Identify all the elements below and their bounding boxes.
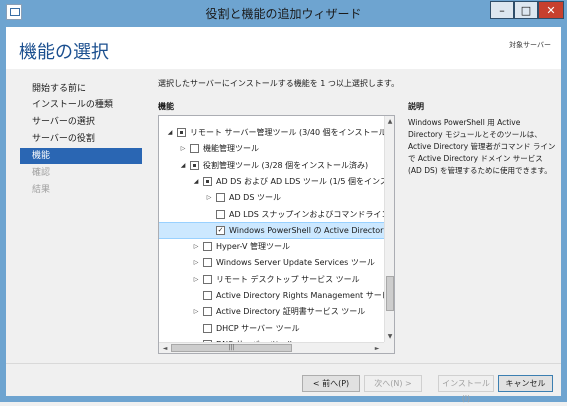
collapse-arrow-icon[interactable]: ◢ — [165, 125, 175, 140]
cancel-button[interactable]: キャンセル — [498, 375, 553, 392]
wizard-client-area: 機能の選択 対象サーバー 開始する前に インストールの種類 サーバーの選択 サー… — [6, 27, 561, 403]
expand-arrow-icon[interactable]: ▷ — [178, 141, 188, 156]
nav-item-before-you-begin[interactable]: 開始する前に — [20, 81, 142, 97]
feature-tree-item[interactable]: ▷ Active Directory 証明書サービス ツール — [159, 304, 385, 319]
feature-tree-item[interactable]: AD LDS スナップインおよびコマンドライン ツール — [159, 207, 394, 222]
feature-tree-item[interactable]: ▷ リモート デスクトップ サービス ツール — [159, 272, 385, 287]
feature-checkbox[interactable] — [203, 291, 212, 300]
feature-label: AD LDS スナップインおよびコマンドライン ツール — [229, 209, 394, 219]
feature-label: リモート サーバー管理ツール (3/40 個をインストール済み) — [190, 128, 395, 137]
feature-tree-item[interactable]: ◢ 役割管理ツール (3/28 個をインストール済み) — [159, 158, 385, 173]
expand-arrow-icon[interactable]: ▷ — [204, 190, 214, 205]
feature-label: Active Directory 証明書サービス ツール — [216, 307, 366, 317]
feature-label: AD DS および AD LDS ツール (1/5 個をインストール済み) — [216, 176, 394, 186]
footer-divider — [6, 363, 561, 364]
description-heading: 説明 — [408, 102, 424, 111]
features-tree[interactable]: ◢ リモート サーバー管理ツール (3/40 個をインストール済み) ▷ 機能管理ツー… — [158, 115, 395, 354]
nav-item-installation-type[interactable]: インストールの種類 — [20, 97, 142, 113]
feature-tree-item[interactable]: ◢ リモート サーバー管理ツール (3/40 個をインストール済み) — [159, 125, 394, 140]
expand-arrow-icon[interactable]: ▷ — [191, 255, 201, 270]
feature-label: Windows Server Update Services ツール — [216, 258, 375, 268]
nav-item-confirmation: 確認 — [32, 168, 51, 178]
description-text: Windows PowerShell 用 Active Directory モジ… — [408, 118, 556, 175]
feature-tree-item[interactable]: ◢ AD DS および AD LDS ツール (1/5 個をインストール済み) — [159, 174, 394, 189]
scroll-up-arrow[interactable]: ▲ — [385, 116, 394, 127]
feature-checkbox[interactable] — [203, 274, 212, 284]
page-title: 機能の選択 — [19, 42, 109, 63]
nav-item-features[interactable]: 機能 — [20, 148, 142, 164]
feature-label: 役割管理ツール (3/28 個をインストール済み) — [203, 160, 369, 170]
feature-label: AD DS ツール — [229, 193, 281, 203]
feature-label: リモート デスクトップ サービス ツール — [216, 274, 360, 284]
feature-checkbox[interactable] — [190, 160, 199, 170]
feature-checkbox[interactable] — [203, 176, 212, 186]
horizontal-scroll-thumb[interactable]: ||| — [171, 344, 292, 352]
maximize-button[interactable]: □ — [514, 1, 538, 19]
scroll-down-arrow[interactable]: ▼ — [385, 331, 394, 342]
collapse-arrow-icon[interactable]: ◢ — [178, 158, 188, 173]
feature-checkbox[interactable] — [190, 144, 199, 154]
horizontal-scrollbar[interactable]: ◄ ||| ► — [159, 342, 384, 353]
close-button[interactable]: ✕ — [538, 1, 564, 19]
feature-tree-item[interactable]: Active Directory Rights Management サービス … — [159, 288, 394, 303]
feature-tree-item[interactable]: ▷ AD DS ツール — [159, 190, 385, 205]
feature-tree-item[interactable]: DHCP サーバー ツール — [159, 321, 385, 336]
title-bar[interactable]: 役割と機能の追加ウィザード – □ ✕ — [0, 0, 567, 27]
vertical-scroll-thumb[interactable] — [386, 276, 394, 311]
nav-item-results: 結果 — [32, 185, 51, 195]
next-button: 次へ(N) > — [364, 375, 422, 392]
expand-arrow-icon[interactable]: ▷ — [191, 304, 201, 319]
feature-checkbox[interactable] — [216, 209, 225, 219]
feature-checkbox[interactable]: ✓ — [216, 225, 225, 235]
expand-arrow-icon[interactable]: ▷ — [191, 239, 201, 254]
vertical-scrollbar[interactable]: ▲ ▼ — [384, 116, 394, 342]
feature-label: 機能管理ツール — [203, 144, 259, 154]
minimize-button[interactable]: – — [490, 1, 514, 19]
page-header: 機能の選択 対象サーバー — [6, 27, 561, 69]
features-heading: 機能 — [158, 102, 174, 111]
nav-item-server-selection[interactable]: サーバーの選択 — [20, 114, 142, 130]
instruction-text: 選択したサーバーにインストールする機能を 1 つ以上選択します。 — [158, 79, 400, 88]
window-title: 役割と機能の追加ウィザード — [205, 7, 362, 21]
feature-label: Windows PowerShell の Active Directory モジ… — [229, 225, 394, 235]
feature-tree-item[interactable]: ▷ 機能管理ツール — [159, 141, 385, 156]
collapse-arrow-icon[interactable]: ◢ — [191, 174, 201, 189]
scrollbar-corner — [384, 342, 394, 353]
install-button: インストール(I) — [438, 375, 494, 403]
feature-label: Active Directory Rights Management サービス … — [216, 291, 395, 300]
nav-item-server-roles[interactable]: サーバーの役割 — [20, 131, 142, 147]
feature-checkbox[interactable] — [216, 193, 225, 203]
wizard-nav: 開始する前に インストールの種類 サーバーの選択 サーバーの役割 機能 確認 結… — [6, 69, 148, 348]
expand-arrow-icon[interactable]: ▷ — [191, 272, 201, 287]
feature-label: Hyper-V 管理ツール — [216, 242, 290, 252]
feature-checkbox[interactable] — [203, 307, 212, 317]
scroll-right-arrow[interactable]: ► — [372, 343, 382, 353]
feature-tree-item[interactable]: ▷ Windows Server Update Services ツール — [159, 255, 385, 270]
feature-checkbox[interactable] — [203, 242, 212, 252]
wizard-window: 役割と機能の追加ウィザード – □ ✕ 機能の選択 対象サーバー 開始する前に … — [0, 0, 567, 403]
feature-checkbox[interactable] — [177, 128, 186, 137]
feature-tree-item[interactable]: ▷ Hyper-V 管理ツール — [159, 239, 385, 254]
previous-button[interactable]: < 前へ(P) — [302, 375, 360, 392]
target-server-label: 対象サーバー — [509, 41, 551, 49]
feature-tree-item[interactable]: ✓ Windows PowerShell の Active Directory モ… — [159, 221, 394, 239]
scroll-left-arrow[interactable]: ◄ — [160, 343, 170, 353]
feature-checkbox[interactable] — [203, 323, 212, 333]
feature-label: DHCP サーバー ツール — [216, 323, 300, 333]
feature-checkbox[interactable] — [203, 258, 212, 268]
